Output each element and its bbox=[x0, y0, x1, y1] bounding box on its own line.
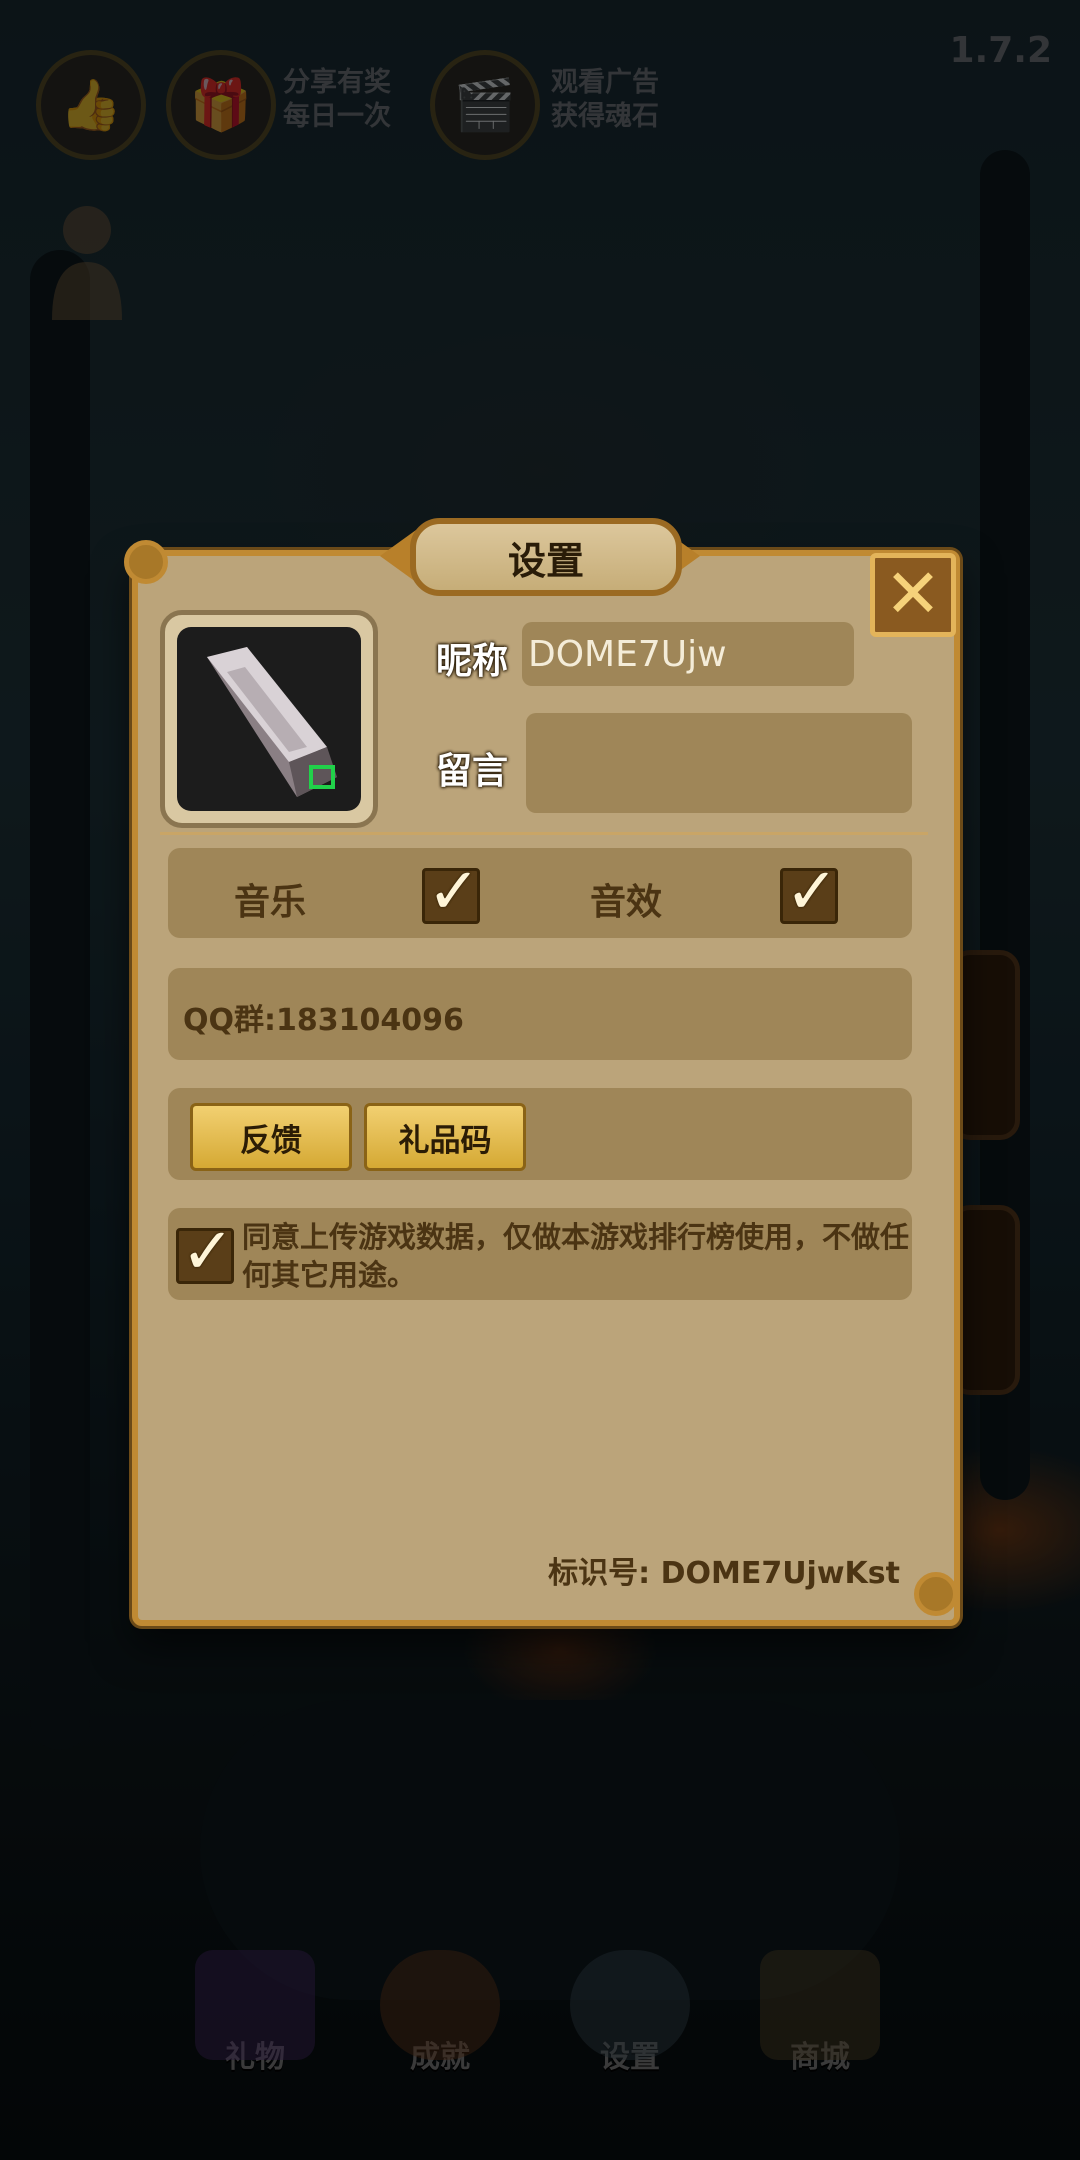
nickname-label: 昵称 bbox=[436, 641, 509, 682]
ornament-corner bbox=[914, 1572, 958, 1616]
close-icon: ✕ bbox=[884, 555, 942, 634]
close-button[interactable]: ✕ bbox=[870, 553, 956, 637]
feedback-button[interactable]: 反馈 bbox=[190, 1103, 352, 1171]
dialog-title: 设置 bbox=[410, 518, 682, 596]
message-input[interactable] bbox=[526, 713, 912, 813]
divider bbox=[160, 832, 928, 835]
tablet-stone-avatar-icon bbox=[177, 627, 361, 811]
avatar-frame[interactable] bbox=[160, 610, 378, 828]
gift-code-button[interactable]: 礼品码 bbox=[364, 1103, 526, 1171]
qq-group-text: QQ群:183104096 bbox=[183, 1003, 464, 1038]
check-icon: ✓ bbox=[785, 855, 839, 929]
sfx-label: 音效 bbox=[590, 882, 663, 923]
check-icon: ✓ bbox=[427, 855, 481, 929]
music-label: 音乐 bbox=[234, 882, 307, 923]
message-label: 留言 bbox=[436, 751, 509, 792]
check-icon: ✓ bbox=[181, 1215, 235, 1289]
identifier-text: 标识号: DOME7UjwKst bbox=[548, 1556, 900, 1591]
ornament-corner bbox=[124, 540, 168, 584]
nickname-input[interactable]: DOME7Ujw bbox=[522, 622, 854, 686]
sfx-checkbox[interactable]: ✓ bbox=[780, 855, 839, 929]
agree-checkbox[interactable]: ✓ bbox=[176, 1215, 235, 1289]
music-checkbox[interactable]: ✓ bbox=[422, 855, 481, 929]
agreement-text: 同意上传游戏数据，仅做本游戏排行榜使用，不做任何其它用途。 bbox=[242, 1220, 910, 1292]
